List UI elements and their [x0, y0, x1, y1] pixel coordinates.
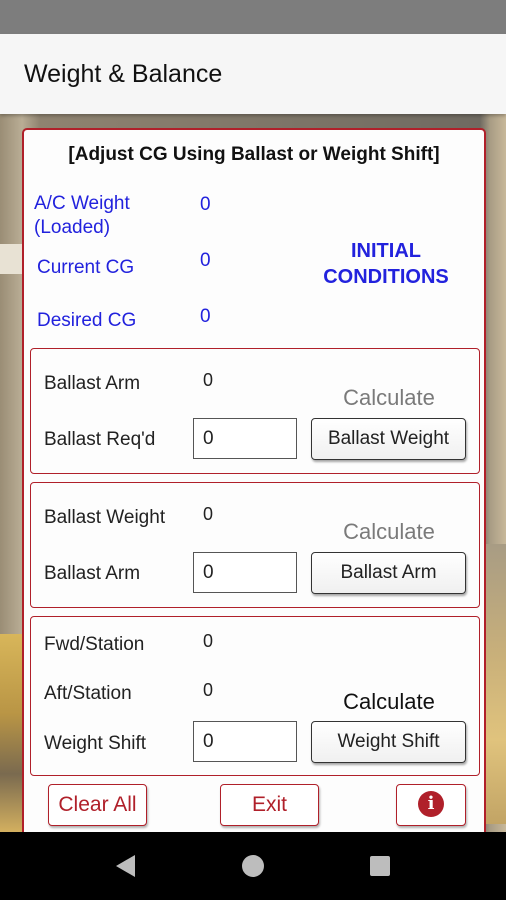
aft-station-value: 0	[203, 680, 214, 700]
weight-shift-label: Weight Shift	[44, 733, 147, 754]
ac-weight-label-line1: A/C Weight	[34, 193, 130, 214]
app-bar: Weight & Balance	[0, 34, 506, 114]
fwd-station-label: Fwd/Station	[44, 634, 145, 655]
ballast-reqd-input[interactable]: 0	[193, 418, 297, 459]
calculator-panel: [Adjust CG Using Ballast or Weight Shift…	[22, 128, 486, 840]
calculate-weight-shift-button[interactable]: Weight Shift	[311, 721, 466, 763]
calculate-ballast-weight-button[interactable]: Ballast Weight	[311, 418, 466, 460]
clear-all-button[interactable]: Clear All	[48, 784, 147, 826]
current-cg-label: Current CG	[37, 257, 135, 278]
desired-cg-label: Desired CG	[37, 310, 137, 331]
recent-apps-icon[interactable]	[370, 856, 390, 876]
background-detail	[0, 634, 22, 832]
ballast-arm-label: Ballast Arm	[44, 373, 141, 394]
ballast-weight-value: 0	[203, 504, 214, 524]
aft-station-label: Aft/Station	[44, 683, 132, 704]
info-button[interactable]: i	[396, 784, 466, 826]
home-icon[interactable]	[242, 855, 264, 877]
status-bar	[0, 0, 506, 34]
ac-weight-value: 0	[200, 194, 211, 215]
ac-weight-label-line2: (Loaded)	[34, 217, 111, 238]
current-cg-value: 0	[200, 250, 211, 271]
calculate-label: Calculate	[343, 385, 435, 410]
initial-conditions-line1: INITIAL	[351, 240, 421, 262]
weight-shift-input[interactable]: 0	[193, 721, 297, 762]
background-detail	[0, 244, 22, 274]
calculate-ballast-arm-button[interactable]: Ballast Arm	[311, 552, 466, 594]
background-detail	[484, 544, 506, 824]
ballast-arm-input[interactable]: 0	[193, 552, 297, 593]
panel-header: [Adjust CG Using Ballast or Weight Shift…	[68, 144, 440, 165]
ac-weight-label: A/C Weight (Loaded)	[34, 192, 130, 240]
exit-button[interactable]: Exit	[220, 784, 319, 826]
ballast-reqd-label: Ballast Req'd	[44, 429, 156, 450]
ballast-arm-section: Ballast Weight 0 Calculate Ballast Arm 0…	[30, 482, 480, 608]
calculate-label: Calculate	[343, 519, 435, 544]
page-title: Weight & Balance	[24, 60, 223, 88]
ballast-weight-section: Ballast Arm 0 Calculate Ballast Req'd 0 …	[30, 348, 480, 474]
navigation-bar	[0, 832, 506, 900]
ballast-arm-label: Ballast Arm	[44, 563, 141, 584]
weight-shift-section: Fwd/Station 0 Aft/Station 0 Calculate We…	[30, 616, 480, 776]
fwd-station-value: 0	[203, 631, 214, 651]
ballast-arm-value: 0	[203, 370, 214, 390]
initial-conditions-line2: CONDITIONS	[323, 266, 449, 288]
calculate-label: Calculate	[343, 689, 435, 714]
ballast-weight-label: Ballast Weight	[44, 507, 166, 528]
initial-conditions-title: INITIAL CONDITIONS	[316, 238, 456, 290]
back-icon[interactable]	[116, 855, 135, 877]
desired-cg-value: 0	[200, 306, 211, 327]
info-icon: i	[418, 790, 444, 817]
